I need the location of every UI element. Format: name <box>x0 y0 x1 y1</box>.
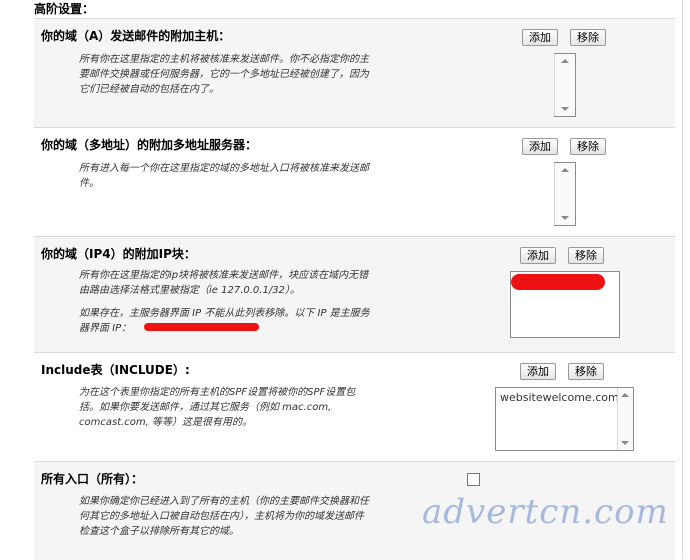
mx-listbox[interactable] <box>554 162 576 226</box>
scroll-up-icon[interactable] <box>561 59 569 63</box>
redacted-ip-entry <box>511 274 605 290</box>
section-include: Include表（INCLUDE）: 为在这个表里你指定的所有主机的SPF设置将… <box>34 352 675 462</box>
all-checkbox[interactable] <box>467 473 480 486</box>
section-description: 为在这个表里你指定的所有主机的SPF设置将被你的SPF设置包 括。如果你要发送邮… <box>79 387 356 428</box>
add-button[interactable]: 添加 <box>520 247 556 264</box>
scroll-down-icon[interactable] <box>561 216 569 220</box>
scroll-up-icon[interactable] <box>561 168 569 172</box>
add-button[interactable]: 添加 <box>520 363 556 380</box>
remove-button[interactable]: 移除 <box>568 247 604 264</box>
include-listbox[interactable]: websitewelcome.com <box>495 387 634 451</box>
scroll-down-icon[interactable] <box>621 441 629 445</box>
section-title: 所有入口（所有）： <box>41 472 144 486</box>
section-title: 你的域（IP4）的附加IP块： <box>41 247 196 261</box>
section-description: 所有你在这里指定的主机将被核准来发送邮件。你不必指定你的主 要邮件交换器或任何服… <box>79 54 369 95</box>
section-description: 所有进入每一个你在这里指定的域的多地址入口将被核准来发送邮 件。 <box>79 163 369 189</box>
include-entry[interactable]: websitewelcome.com <box>500 391 619 404</box>
section-description: 如果你确定你已经进入到了所有的主机（你的主要邮件交换器和任 何其它的多地址入口被… <box>79 496 369 537</box>
section-additional-mx: 你的域（多地址）的附加多地址服务器： 所有进入每一个你在这里指定的域的多地址入口… <box>34 127 675 237</box>
remove-button[interactable]: 移除 <box>570 138 606 155</box>
add-button[interactable]: 添加 <box>522 29 558 46</box>
section-ip4-blocks: 你的域（IP4）的附加IP块： 所有你在这里指定的ip块将被核准来发送邮件，块应… <box>34 236 675 353</box>
section-title: 你的域（多地址）的附加多地址服务器： <box>41 138 258 152</box>
section-title: 你的域（A）发送邮件的附加主机： <box>41 29 231 43</box>
page-title: 高阶设置： <box>34 2 95 16</box>
ip-listbox[interactable] <box>510 271 620 338</box>
remove-button[interactable]: 移除 <box>570 29 606 46</box>
hosts-listbox[interactable] <box>554 53 576 117</box>
section-title: Include表（INCLUDE）: <box>41 363 190 377</box>
scroll-down-icon[interactable] <box>561 107 569 111</box>
section-additional-hosts: 你的域（A）发送邮件的附加主机： 所有你在这里指定的主机将被核准来发送邮件。你不… <box>34 18 675 128</box>
listbox-scrollbar[interactable] <box>554 163 575 225</box>
right-border <box>682 0 683 559</box>
redacted-ip <box>144 323 259 331</box>
watermark: advertcn.com <box>422 492 669 532</box>
listbox-scrollbar[interactable] <box>617 388 633 450</box>
remove-button[interactable]: 移除 <box>568 363 604 380</box>
listbox-scrollbar[interactable] <box>554 54 575 116</box>
scroll-up-icon[interactable] <box>621 393 629 397</box>
add-button[interactable]: 添加 <box>522 138 558 155</box>
